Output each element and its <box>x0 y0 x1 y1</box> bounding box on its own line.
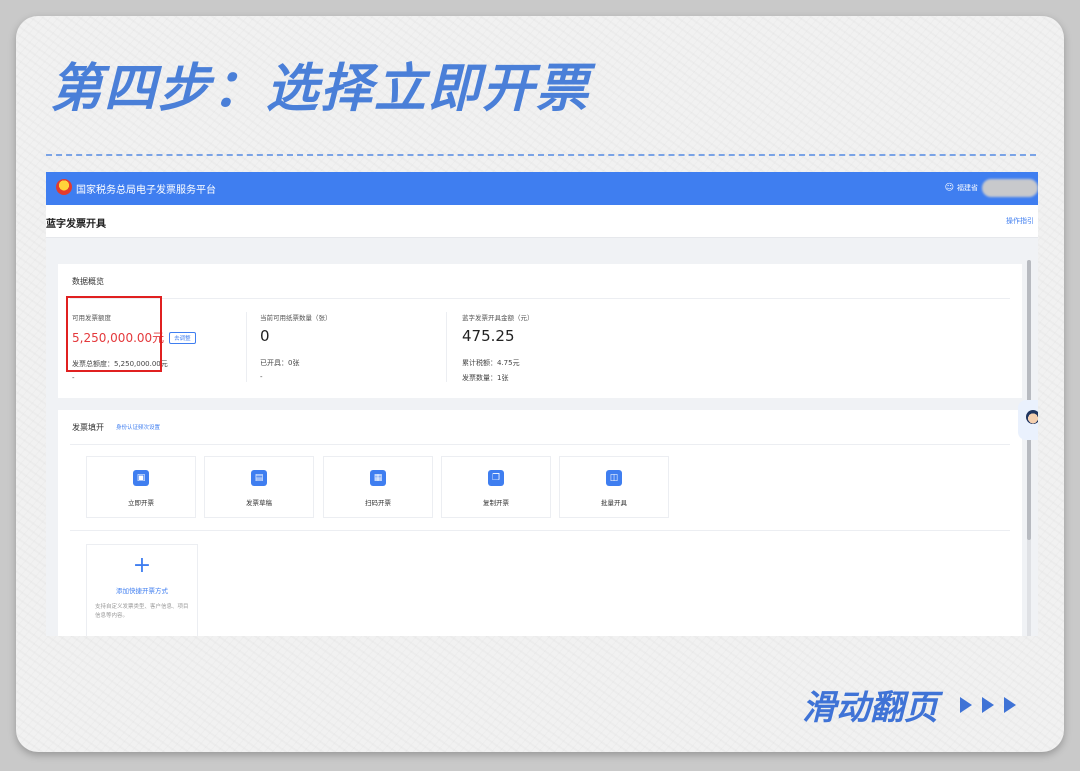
batch-issue-tile[interactable]: ◫ 批量开具 <box>559 456 669 518</box>
invoice-icon: ▣ <box>133 470 149 486</box>
assistant-avatar-icon <box>1026 410 1038 424</box>
draft-icon: ▤ <box>251 470 267 486</box>
copy-icon: ❐ <box>488 470 504 486</box>
platform-header: 国家税务总局电子发票服务平台 ☺ 福建省 <box>46 172 1038 205</box>
invoice-issue-panel: 发票填开 身份认证频次设置 ▣ 立即开票 ▤ 发票草稿 ▦ 扫码开票 ❐ 复制开… <box>58 410 1022 636</box>
tile-label: 发票草稿 <box>246 499 272 507</box>
arrow-right-icon <box>960 696 972 713</box>
highlight-box <box>66 296 162 372</box>
platform-name: 国家税务总局电子发票服务平台 <box>76 185 216 196</box>
paper-extra: - <box>260 373 263 381</box>
paper-count-label: 当前可用纸票数量（张） <box>260 314 332 322</box>
issue-divider <box>70 444 1010 445</box>
tile-label: 立即开票 <box>128 499 154 507</box>
issue-now-tile[interactable]: ▣ 立即开票 <box>86 456 196 518</box>
arrow-right-icon <box>1004 696 1016 713</box>
tax-emblem-icon <box>56 179 72 195</box>
arrow-right-icon <box>982 696 994 713</box>
user-menu[interactable]: ☺ 福建省 <box>945 176 1038 200</box>
quota-extra: - <box>72 374 75 382</box>
tiles-divider <box>70 530 1010 531</box>
paper-count-value: 0 <box>260 327 270 345</box>
qrcode-icon: ▦ <box>370 470 386 486</box>
swipe-text: 滑动翻页 <box>802 688 938 728</box>
screenshot-panel: 国家税务总局电子发票服务平台 ☺ 福建省 蓝字发票开具 操作指引 数据概览 可用… <box>46 172 1038 636</box>
auth-frequency-link[interactable]: 身份认证频次设置 <box>116 423 160 431</box>
add-shortcut-desc: 支持自定义发票类型、客户信息、项目信息等内容。 <box>95 604 189 619</box>
user-icon: ☺ <box>944 183 954 193</box>
plus-icon: + <box>132 553 152 578</box>
data-overview-panel: 数据概览 可用发票额度 5,250,000.00元 去调整 发票总额度：5,25… <box>58 264 1022 398</box>
column-divider <box>446 312 447 382</box>
dashed-divider <box>46 154 1036 156</box>
step-title: 第四步：选择立即开票 <box>50 59 591 119</box>
issue-title: 发票填开 <box>72 423 104 432</box>
copy-issue-tile[interactable]: ❐ 复制开票 <box>441 456 551 518</box>
column-divider <box>246 312 247 382</box>
overview-title: 数据概览 <box>72 277 104 286</box>
invoice-count: 发票数量：1张 <box>462 374 509 382</box>
swipe-hint: 滑动翻页 <box>802 680 1016 729</box>
tutorial-card: 第四步：选择立即开票 国家税务总局电子发票服务平台 ☺ 福建省 蓝字发票开具 操… <box>16 16 1064 752</box>
overview-divider <box>70 298 1010 299</box>
batch-icon: ◫ <box>606 470 622 486</box>
paper-issued: 已开具：0张 <box>260 359 300 367</box>
tile-label: 批量开具 <box>601 499 627 507</box>
tax-total: 累计税额：4.75元 <box>462 359 520 367</box>
add-shortcut-label: 添加快捷开票方式 <box>116 587 168 595</box>
page-header: 蓝字发票开具 操作指引 <box>46 205 1038 238</box>
guide-link[interactable]: 操作指引 <box>1006 216 1034 226</box>
assistant-widget[interactable] <box>1018 400 1038 440</box>
draft-tile[interactable]: ▤ 发票草稿 <box>204 456 314 518</box>
paper-count-column: 当前可用纸票数量（张） 0 已开具：0张 - <box>260 312 332 381</box>
adjust-quota-button[interactable]: 去调整 <box>169 331 196 344</box>
user-name-redacted <box>982 179 1038 197</box>
add-shortcut-tile[interactable]: + 添加快捷开票方式 支持自定义发票类型、客户信息、项目信息等内容。 <box>86 544 198 636</box>
page-title: 蓝字发票开具 <box>46 219 106 230</box>
scan-issue-tile[interactable]: ▦ 扫码开票 <box>323 456 433 518</box>
tile-label: 复制开票 <box>483 499 509 507</box>
user-name: 福建省 <box>957 184 978 192</box>
arrows <box>960 696 1016 713</box>
tile-label: 扫码开票 <box>365 499 391 507</box>
issued-amount-value: 475.25 <box>462 327 515 345</box>
issued-amount-label: 蓝字发票开具金额（元） <box>462 314 534 322</box>
issued-amount-column: 蓝字发票开具金额（元） 475.25 累计税额：4.75元 发票数量：1张 <box>462 312 534 383</box>
